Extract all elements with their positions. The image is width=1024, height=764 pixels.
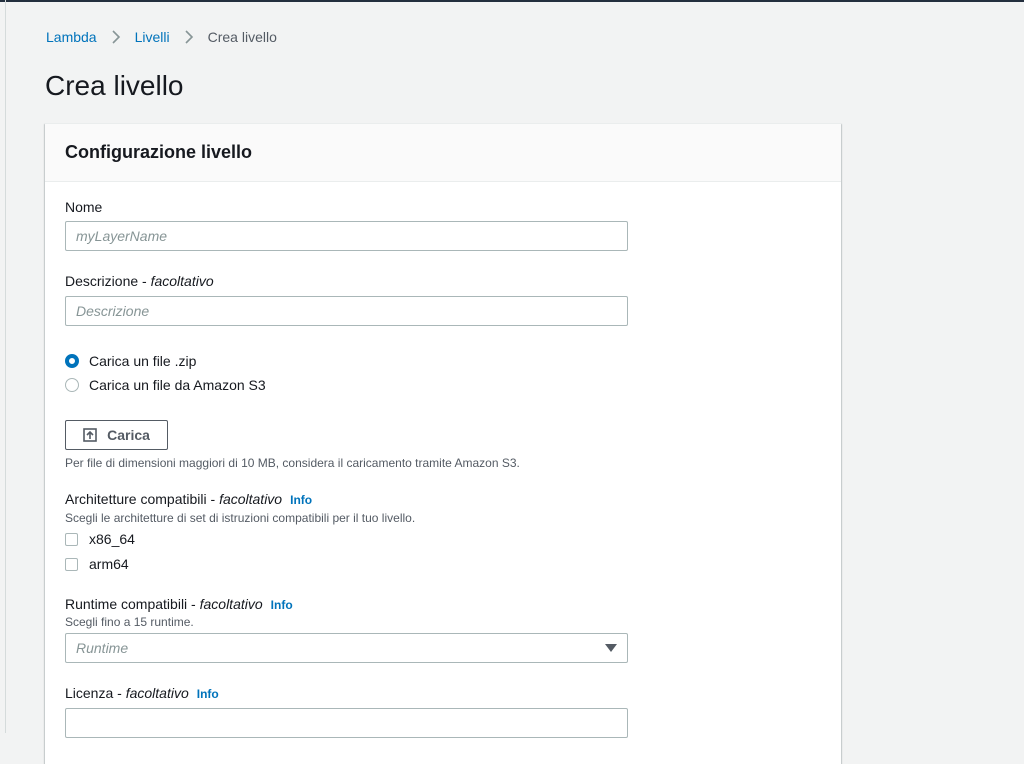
layer-configuration-panel: Configurazione livello Nome Descrizione … — [45, 123, 841, 764]
radio-button[interactable] — [65, 378, 79, 392]
checkbox-arm64[interactable]: arm64 — [65, 556, 129, 572]
panel-title: Configurazione livello — [65, 142, 253, 162]
architectures-info-link[interactable]: Info — [290, 493, 312, 507]
checkbox-x86-64-label: x86_64 — [89, 531, 135, 547]
checkbox[interactable] — [65, 532, 78, 546]
runtimes-optional: facoltativo — [199, 596, 263, 612]
radio-upload-zip[interactable]: Carica un file .zip — [65, 353, 196, 369]
top-bar — [0, 0, 1024, 2]
license-label: Licenza - facoltativo Info — [65, 685, 219, 701]
breadcrumb: Lambda Livelli Crea livello — [46, 29, 277, 45]
description-input[interactable] — [65, 296, 628, 326]
breadcrumb-current: Crea livello — [207, 29, 277, 45]
checkbox[interactable] — [65, 557, 78, 571]
runtimes-hint: Scegli fino a 15 runtime. — [65, 615, 194, 629]
radio-upload-s3-label: Carica un file da Amazon S3 — [89, 377, 266, 393]
runtimes-info-link[interactable]: Info — [271, 598, 293, 612]
caret-down-icon — [605, 640, 617, 656]
name-input[interactable] — [65, 221, 628, 251]
license-optional: facoltativo — [125, 685, 189, 701]
architectures-label: Architetture compatibili - facoltativo In… — [65, 491, 312, 507]
architectures-hint: Scegli le architetture di set di istruzi… — [65, 511, 416, 525]
page-title: Crea livello — [45, 70, 184, 101]
breadcrumb-livelli[interactable]: Livelli — [135, 29, 170, 45]
chevron-right-icon — [182, 30, 196, 44]
license-info-link[interactable]: Info — [197, 687, 219, 701]
radio-upload-s3[interactable]: Carica un file da Amazon S3 — [65, 377, 266, 393]
upload-hint: Per file di dimensioni maggiori di 10 MB… — [65, 456, 520, 470]
upload-icon — [83, 428, 97, 442]
runtimes-label-text: Runtime compatibili - — [65, 596, 200, 612]
description-label: Descrizione - facoltativo — [65, 273, 214, 289]
license-input[interactable] — [65, 708, 628, 738]
runtime-select-placeholder: Runtime — [76, 640, 129, 656]
runtime-select[interactable]: Runtime — [65, 633, 628, 663]
breadcrumb-lambda[interactable]: Lambda — [46, 29, 97, 45]
chevron-right-icon — [109, 30, 123, 44]
radio-button-selected[interactable] — [65, 354, 79, 368]
checkbox-arm64-label: arm64 — [89, 556, 129, 572]
radio-upload-zip-label: Carica un file .zip — [89, 353, 197, 369]
architectures-optional: facoltativo — [219, 491, 283, 507]
checkbox-x86-64[interactable]: x86_64 — [65, 531, 135, 547]
license-label-text: Licenza - — [65, 685, 126, 701]
panel-header: Configurazione livello — [45, 124, 841, 182]
upload-button-label: Carica — [107, 427, 150, 443]
left-divider — [5, 0, 6, 733]
description-label-text: Descrizione - — [65, 273, 151, 289]
architectures-label-text: Architetture compatibili - — [65, 491, 220, 507]
description-optional: facoltativo — [150, 273, 214, 289]
name-label: Nome — [65, 199, 103, 215]
upload-button[interactable]: Carica — [65, 420, 168, 450]
runtimes-label: Runtime compatibili - facoltativo Info — [65, 596, 293, 612]
